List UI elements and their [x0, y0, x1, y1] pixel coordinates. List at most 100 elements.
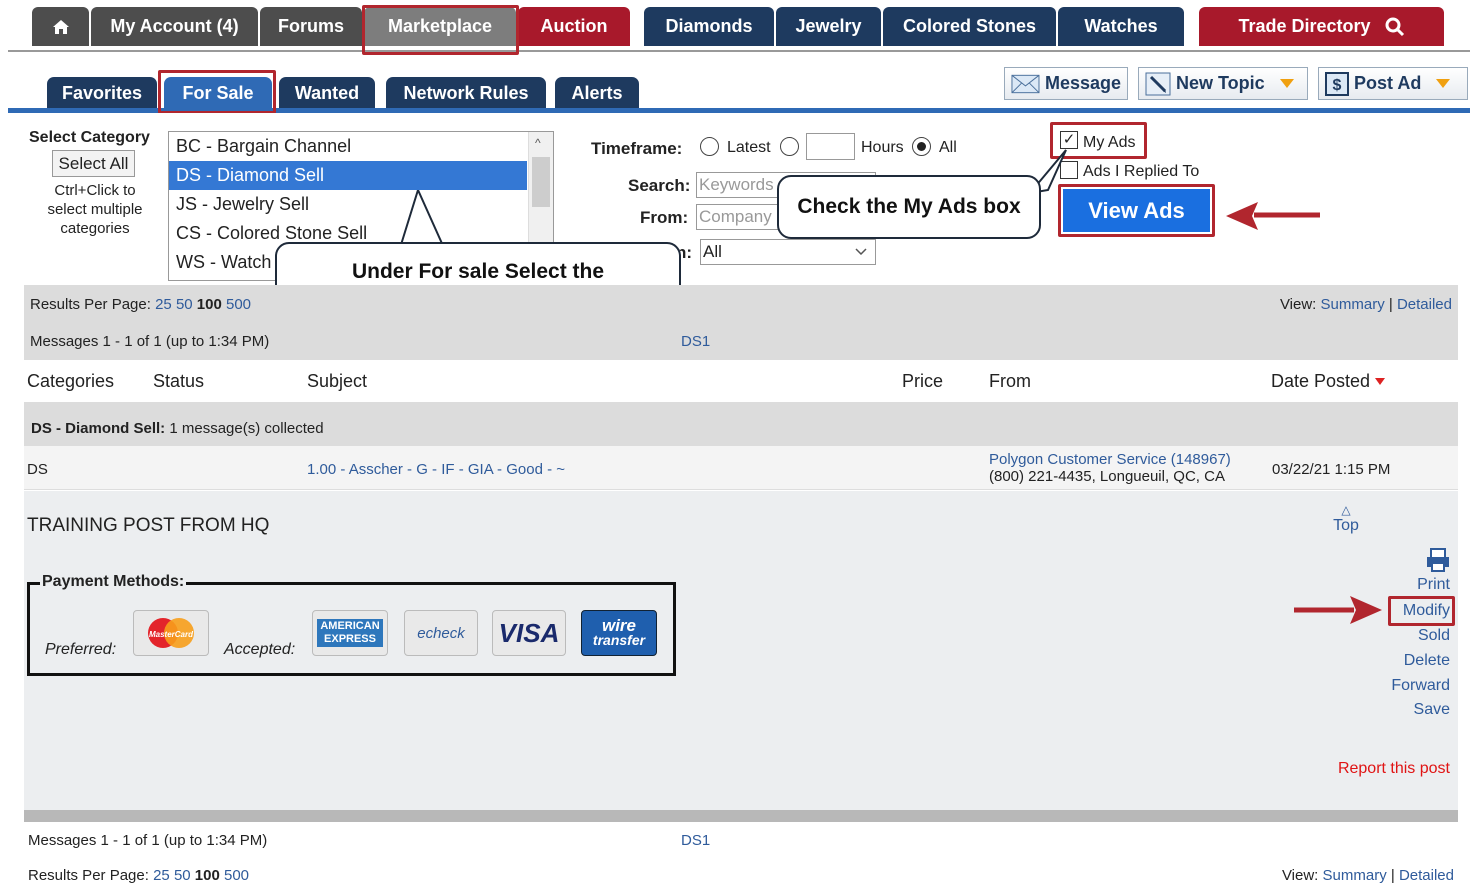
row-from-name[interactable]: Polygon Customer Service (148967) — [989, 451, 1231, 468]
category-option[interactable]: JS - Jewelry Sell — [169, 190, 527, 219]
search-label: Search: — [628, 176, 691, 195]
per-page-25[interactable]: 25 — [153, 867, 170, 884]
view-ads-button[interactable]: View Ads — [1063, 189, 1210, 232]
group-title-label: DS - Diamond Sell: — [31, 420, 166, 437]
from-label: From: — [640, 208, 689, 227]
results-per-page: Results Per Page: 25 50 100 500 — [30, 296, 251, 313]
new-topic-button[interactable]: New Topic — [1138, 67, 1308, 100]
hours-radio[interactable] — [780, 137, 799, 156]
col-date-label: Date Posted — [1271, 371, 1371, 391]
modify-link[interactable]: Modify — [1403, 602, 1450, 620]
col-categories[interactable]: Categories — [27, 371, 114, 392]
my-ads-label: My Ads — [1083, 134, 1136, 151]
sort-desc-icon — [1375, 377, 1386, 385]
tab-diamonds[interactable]: Diamonds — [644, 7, 774, 46]
row-subject-link[interactable]: 1.00 - Asscher - G - IF - GIA - Good - ~ — [307, 461, 565, 478]
trade-directory-button[interactable]: Trade Directory — [1199, 7, 1444, 46]
category-option-selected[interactable]: DS - Diamond Sell — [169, 161, 527, 190]
tab-marketplace[interactable]: Marketplace — [364, 7, 516, 46]
arrow-left-icon — [1226, 202, 1320, 230]
col-date-posted[interactable]: Date Posted — [1271, 371, 1386, 392]
message-button[interactable]: Message — [1004, 67, 1128, 100]
my-ads-callout: Check the My Ads box — [777, 175, 1041, 239]
col-status[interactable]: Status — [153, 371, 204, 392]
hours-input[interactable] — [806, 133, 855, 160]
new-topic-icon — [1145, 72, 1171, 95]
amex-logo: AMERICAN EXPRESS — [312, 610, 388, 656]
search-icon — [1385, 17, 1404, 36]
post-ad-button[interactable]: $ Post Ad — [1318, 67, 1468, 100]
per-page-50[interactable]: 50 — [174, 867, 191, 884]
my-ads-checkbox[interactable]: ✓ — [1060, 131, 1078, 149]
tab-watches[interactable]: Watches — [1058, 7, 1184, 46]
printer-icon[interactable] — [1425, 548, 1451, 572]
top-link[interactable]: △ Top — [1331, 503, 1361, 535]
save-link[interactable]: Save — [1414, 701, 1450, 719]
col-price[interactable]: Price — [902, 371, 943, 392]
view-summary-link[interactable]: Summary — [1323, 867, 1387, 884]
tab-forums[interactable]: Forums — [260, 7, 362, 46]
print-link[interactable]: Print — [1417, 576, 1450, 594]
per-page-500[interactable]: 500 — [226, 296, 251, 313]
location-select[interactable]: All — [700, 239, 876, 265]
delete-link[interactable]: Delete — [1404, 652, 1450, 670]
tab-for-sale[interactable]: For Sale — [164, 77, 272, 109]
mastercard-icon: MasterCard — [148, 618, 194, 648]
page-link-footer[interactable]: DS1 — [681, 832, 710, 849]
location-value: All — [703, 242, 722, 261]
top-navigation: My Account (4) Forums Marketplace Auctio… — [0, 0, 1478, 52]
all-label: All — [939, 139, 957, 156]
chevron-down-icon[interactable] — [1279, 79, 1294, 88]
col-subject[interactable]: Subject — [307, 371, 367, 392]
per-page-25[interactable]: 25 — [155, 296, 172, 313]
tab-jewelry[interactable]: Jewelry — [776, 7, 881, 46]
accepted-label: Accepted: — [224, 641, 296, 658]
hours-label: Hours — [861, 139, 904, 156]
message-label: Message — [1044, 73, 1121, 93]
chevron-down-icon[interactable] — [1436, 79, 1451, 88]
messages-count: Messages 1 - 1 of 1 (up to 1:34 PM) — [30, 333, 270, 350]
new-topic-label: New Topic — [1176, 73, 1265, 93]
select-all-button[interactable]: Select All — [52, 150, 135, 177]
tab-my-account[interactable]: My Account (4) — [91, 7, 258, 46]
dollar-icon: $ — [1325, 71, 1349, 96]
tab-auction[interactable]: Auction — [518, 7, 630, 46]
home-icon — [52, 19, 69, 34]
scrollbar-thumb[interactable] — [532, 157, 550, 207]
multi-select-hint: Ctrl+Click to select multiple categories — [47, 182, 143, 237]
forward-link[interactable]: Forward — [1391, 677, 1450, 695]
tab-network-rules[interactable]: Network Rules — [386, 77, 546, 109]
home-tab[interactable] — [32, 7, 89, 46]
group-title: DS - Diamond Sell: 1 message(s) collecte… — [31, 420, 324, 437]
col-from[interactable]: From — [989, 371, 1031, 392]
table-row[interactable] — [24, 446, 1458, 490]
category-option[interactable]: BC - Bargain Channel — [169, 132, 527, 161]
view-label: View: — [1279, 296, 1317, 313]
tab-diamonds-label: Diamonds — [665, 16, 753, 36]
per-page-100: 100 — [194, 867, 220, 884]
tab-colored-stones[interactable]: Colored Stones — [883, 7, 1056, 46]
view-detailed-link[interactable]: Detailed — [1397, 296, 1452, 313]
scroll-up-icon[interactable]: ^ — [535, 136, 541, 150]
footer-divider — [24, 810, 1458, 822]
wire-line1: wire — [601, 616, 637, 635]
per-page-500[interactable]: 500 — [224, 867, 249, 884]
chevron-down-icon — [855, 248, 867, 256]
latest-radio[interactable] — [700, 137, 719, 156]
tab-wanted[interactable]: Wanted — [279, 77, 375, 109]
per-page-50[interactable]: 50 — [176, 296, 193, 313]
view-detailed-link[interactable]: Detailed — [1399, 867, 1454, 884]
report-post-link[interactable]: Report this post — [1338, 760, 1450, 778]
tab-colored-stones-label: Colored Stones — [902, 16, 1036, 36]
post-title: TRAINING POST FROM HQ — [27, 515, 270, 536]
page-link[interactable]: DS1 — [681, 333, 710, 350]
per-page-label: Results Per Page: — [28, 867, 149, 884]
per-page-100: 100 — [196, 296, 222, 313]
wire-line2: transfer — [592, 632, 646, 648]
sold-link[interactable]: Sold — [1418, 627, 1450, 645]
view-summary-link[interactable]: Summary — [1321, 296, 1385, 313]
row-from: Polygon Customer Service (148967) (800) … — [989, 451, 1231, 485]
all-radio[interactable] — [912, 137, 931, 156]
tab-favorites[interactable]: Favorites — [47, 77, 157, 109]
tab-alerts[interactable]: Alerts — [555, 77, 639, 109]
